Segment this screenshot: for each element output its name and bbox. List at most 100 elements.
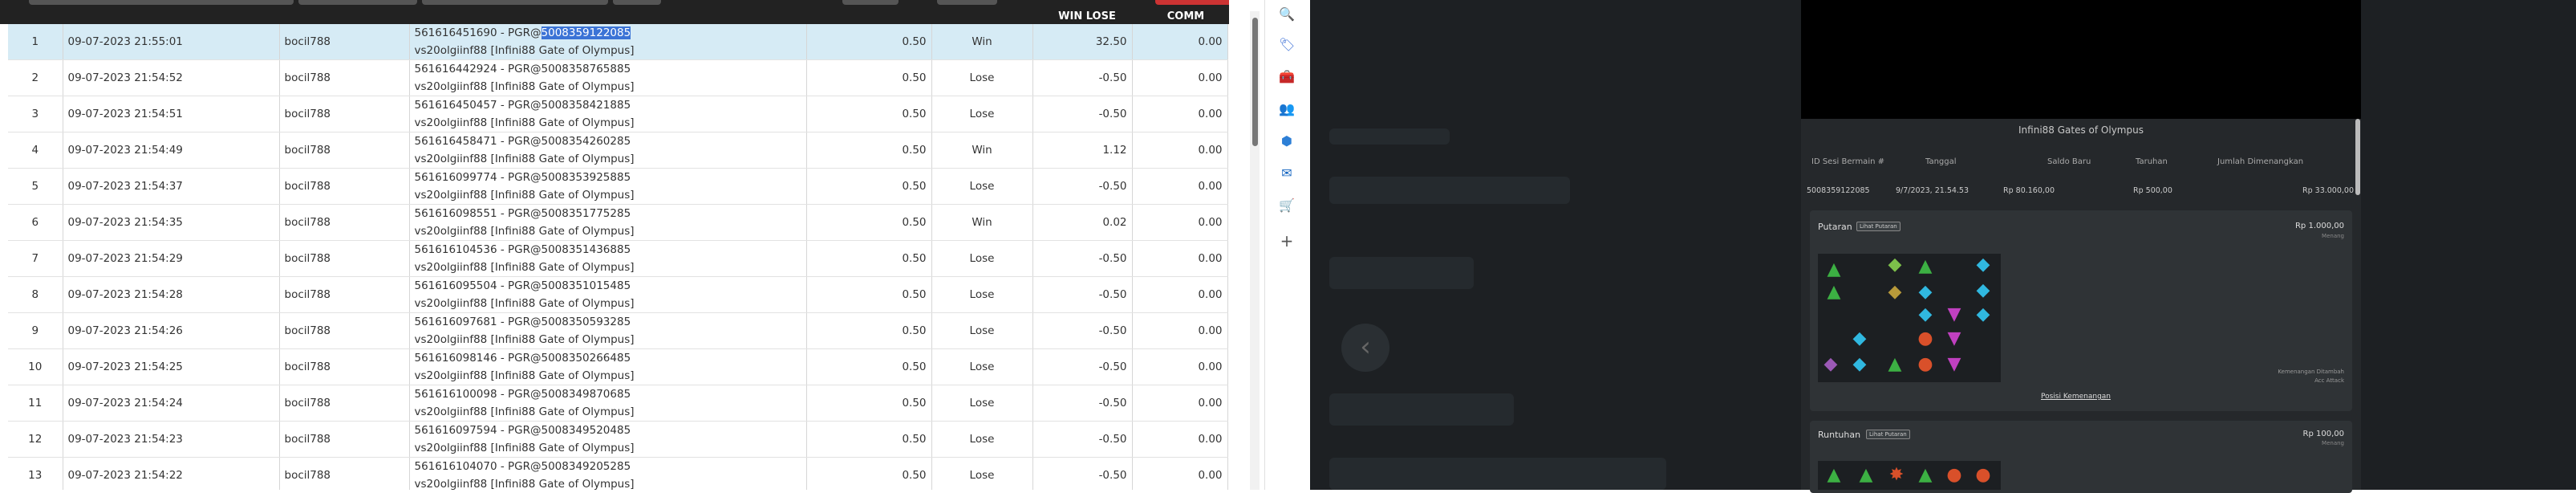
stake: 0.50 bbox=[806, 204, 932, 241]
table-scrollbar-thumb[interactable] bbox=[1252, 18, 1258, 146]
win-lose-amount: -0.50 bbox=[1032, 59, 1133, 96]
row-number: 11 bbox=[8, 385, 63, 422]
transaction-cell[interactable]: 561616095504 - PGR@5008351015485 vs20olgi… bbox=[409, 276, 807, 313]
game-name: vs20olgiinf88 [Infini88 Gate of Olympus] bbox=[414, 189, 635, 202]
table-row[interactable]: 1 09-07-2023 21:55:01 bocil788 561616451690… bbox=[8, 24, 1228, 60]
tumble-amount-label: Menang bbox=[2322, 440, 2344, 446]
transaction-cell[interactable]: 561616104070 - PGR@5008349205285 vs20olgi… bbox=[409, 457, 807, 490]
result-status: Lose bbox=[931, 457, 1033, 490]
toolbar-red-button[interactable] bbox=[1155, 0, 1229, 5]
toolbar-tab[interactable] bbox=[937, 0, 997, 5]
row-number: 1 bbox=[8, 24, 63, 60]
table-row[interactable]: 9 09-07-2023 21:54:26 bocil788 561616097681… bbox=[8, 312, 1228, 349]
bet-date: 09-07-2023 21:54:28 bbox=[63, 276, 280, 313]
stake: 0.50 bbox=[806, 240, 932, 277]
search-icon[interactable]: 🔍 bbox=[1279, 6, 1295, 22]
tag-icon[interactable]: 🏷 bbox=[1279, 37, 1295, 53]
placeholder-block bbox=[1329, 257, 1474, 289]
transaction-id: 561616097594 - PGR@5008349520485 bbox=[414, 424, 631, 437]
table-row[interactable]: 7 09-07-2023 21:54:29 bocil788 561616104536… bbox=[8, 240, 1228, 277]
bet-date: 09-07-2023 21:54:26 bbox=[63, 312, 280, 349]
transaction-cell[interactable]: 561616442924 - PGR@5008358765885 vs20olgi… bbox=[409, 59, 807, 96]
result-status: Win bbox=[931, 132, 1033, 169]
toolbar-tab[interactable] bbox=[842, 0, 899, 5]
transaction-cell[interactable]: 561616099774 - PGR@5008353925885 vs20olgi… bbox=[409, 168, 807, 205]
transaction-cell[interactable]: 561616451690 - PGR@5008359122085 vs20olgi… bbox=[409, 24, 807, 60]
table-row[interactable]: 8 09-07-2023 21:54:28 bocil788 561616095504… bbox=[8, 276, 1228, 313]
outlook-icon[interactable]: ✉ bbox=[1279, 165, 1295, 181]
report-area: WIN LOSE COMM 1 09-07-2023 21:55:01 bocil7… bbox=[0, 0, 1229, 490]
username: bocil788 bbox=[279, 421, 410, 458]
username: bocil788 bbox=[279, 276, 410, 313]
people-icon[interactable]: 👥 bbox=[1279, 101, 1295, 117]
win-lose-amount: -0.50 bbox=[1032, 240, 1133, 277]
win-lose-amount: 32.50 bbox=[1032, 24, 1133, 60]
result-status: Lose bbox=[931, 385, 1033, 422]
transaction-cell[interactable]: 561616104536 - PGR@5008351436885 vs20olgi… bbox=[409, 240, 807, 277]
commission: 0.00 bbox=[1132, 276, 1228, 313]
table-row[interactable]: 2 09-07-2023 21:54:52 bocil788 561616442924… bbox=[8, 59, 1228, 96]
transaction-cell[interactable]: 561616100098 - PGR@5008349870685 vs20olgi… bbox=[409, 385, 807, 422]
win-lose-amount: -0.50 bbox=[1032, 96, 1133, 132]
green-gem-icon: ▲ bbox=[1827, 259, 1841, 279]
toolbar-tab[interactable] bbox=[422, 0, 608, 5]
value-date: 9/7/2023, 21.54.53 bbox=[1896, 186, 1970, 195]
tumble-amount: Rp 100,00 bbox=[2302, 430, 2344, 438]
transaction-cell[interactable]: 561616098146 - PGR@5008350266485 vs20olgi… bbox=[409, 348, 807, 385]
table-row[interactable]: 12 09-07-2023 21:54:23 bocil788 56161609759… bbox=[8, 421, 1228, 458]
placeholder-block bbox=[1329, 393, 1514, 426]
blue-gem-icon: ◆ bbox=[1918, 282, 1933, 302]
table-row[interactable]: 10 09-07-2023 21:54:25 bocil788 56161609814… bbox=[8, 348, 1228, 385]
tumble-view-button[interactable]: Lihat Putaran bbox=[1866, 430, 1910, 439]
spin-view-button[interactable]: Lihat Putaran bbox=[1856, 222, 1901, 231]
add-icon[interactable]: + bbox=[1279, 233, 1295, 249]
transaction-id: 561616104070 - PGR@5008349205285 bbox=[414, 460, 631, 473]
win-positions-link[interactable]: Posisi Kemenangan bbox=[2041, 393, 2111, 401]
commission: 0.00 bbox=[1132, 457, 1228, 490]
commission: 0.00 bbox=[1132, 96, 1228, 132]
red-gem-icon: ● bbox=[1975, 465, 1991, 485]
toolbar-tab[interactable] bbox=[613, 0, 661, 5]
commission: 0.00 bbox=[1132, 168, 1228, 205]
game-name: vs20olgiinf88 [Infini88 Gate of Olympus] bbox=[414, 333, 635, 346]
previous-arrow-button[interactable]: ‹ bbox=[1341, 324, 1389, 372]
transaction-id: 561616097681 - PGR@5008350593285 bbox=[414, 316, 631, 328]
transaction-cell[interactable]: 561616458471 - PGR@5008354260285 vs20olgi… bbox=[409, 132, 807, 169]
table-row[interactable]: 6 09-07-2023 21:54:35 bocil788 561616098551… bbox=[8, 204, 1228, 241]
value-bet: Rp 500,00 bbox=[2133, 186, 2172, 195]
stake: 0.50 bbox=[806, 96, 932, 132]
toolbar-tab[interactable] bbox=[29, 0, 294, 5]
username: bocil788 bbox=[279, 96, 410, 132]
stake: 0.50 bbox=[806, 24, 932, 60]
transaction-id: 561616100098 - PGR@5008349870685 bbox=[414, 388, 631, 401]
table-row[interactable]: 11 09-07-2023 21:54:24 bocil788 56161610009… bbox=[8, 385, 1228, 422]
transaction-cell[interactable]: 561616097681 - PGR@5008350593285 vs20olgi… bbox=[409, 312, 807, 349]
bet-date: 09-07-2023 21:55:01 bbox=[63, 24, 280, 60]
game-video-area bbox=[1801, 0, 2361, 119]
row-number: 3 bbox=[8, 96, 63, 132]
shopping-icon[interactable]: 🛒 bbox=[1279, 198, 1295, 214]
panel-title: Infini88 Gates of Olympus bbox=[2018, 124, 2144, 136]
right-dark-margin bbox=[2362, 0, 2576, 490]
transaction-cell[interactable]: 561616450457 - PGR@5008358421885 vs20olgi… bbox=[409, 96, 807, 132]
toolbox-icon[interactable]: 🧰 bbox=[1279, 69, 1295, 85]
column-header-win-lose: WIN LOSE bbox=[1058, 10, 1116, 22]
commission: 0.00 bbox=[1132, 132, 1228, 169]
toolbar-tab[interactable] bbox=[298, 0, 417, 5]
column-header-comm: COMM bbox=[1166, 10, 1205, 22]
table-row[interactable]: 13 09-07-2023 21:54:22 bocil788 56161610407… bbox=[8, 457, 1228, 490]
table-row[interactable]: 3 09-07-2023 21:54:51 bocil788 561616450457… bbox=[8, 96, 1228, 132]
username: bocil788 bbox=[279, 204, 410, 241]
copilot-icon[interactable]: ⬢ bbox=[1279, 133, 1295, 149]
game-name: vs20olgiinf88 [Infini88 Gate of Olympus] bbox=[414, 116, 635, 129]
blue-gem-icon: ◆ bbox=[1976, 255, 1990, 275]
blue-gem-icon: ◆ bbox=[1918, 304, 1933, 324]
transaction-cell[interactable]: 561616097594 - PGR@5008349520485 vs20olgi… bbox=[409, 421, 807, 458]
green-gem-icon: ◆ bbox=[1888, 255, 1902, 275]
transaction-cell[interactable]: 561616098551 - PGR@5008351775285 vs20olgi… bbox=[409, 204, 807, 241]
table-row[interactable]: 5 09-07-2023 21:54:37 bocil788 561616099774… bbox=[8, 168, 1228, 205]
table-row[interactable]: 4 09-07-2023 21:54:49 bocil788 561616458471… bbox=[8, 132, 1228, 169]
transaction-id: 561616098146 - PGR@5008350266485 bbox=[414, 352, 631, 365]
win-lose-amount: 0.02 bbox=[1032, 204, 1133, 241]
commission: 0.00 bbox=[1132, 421, 1228, 458]
